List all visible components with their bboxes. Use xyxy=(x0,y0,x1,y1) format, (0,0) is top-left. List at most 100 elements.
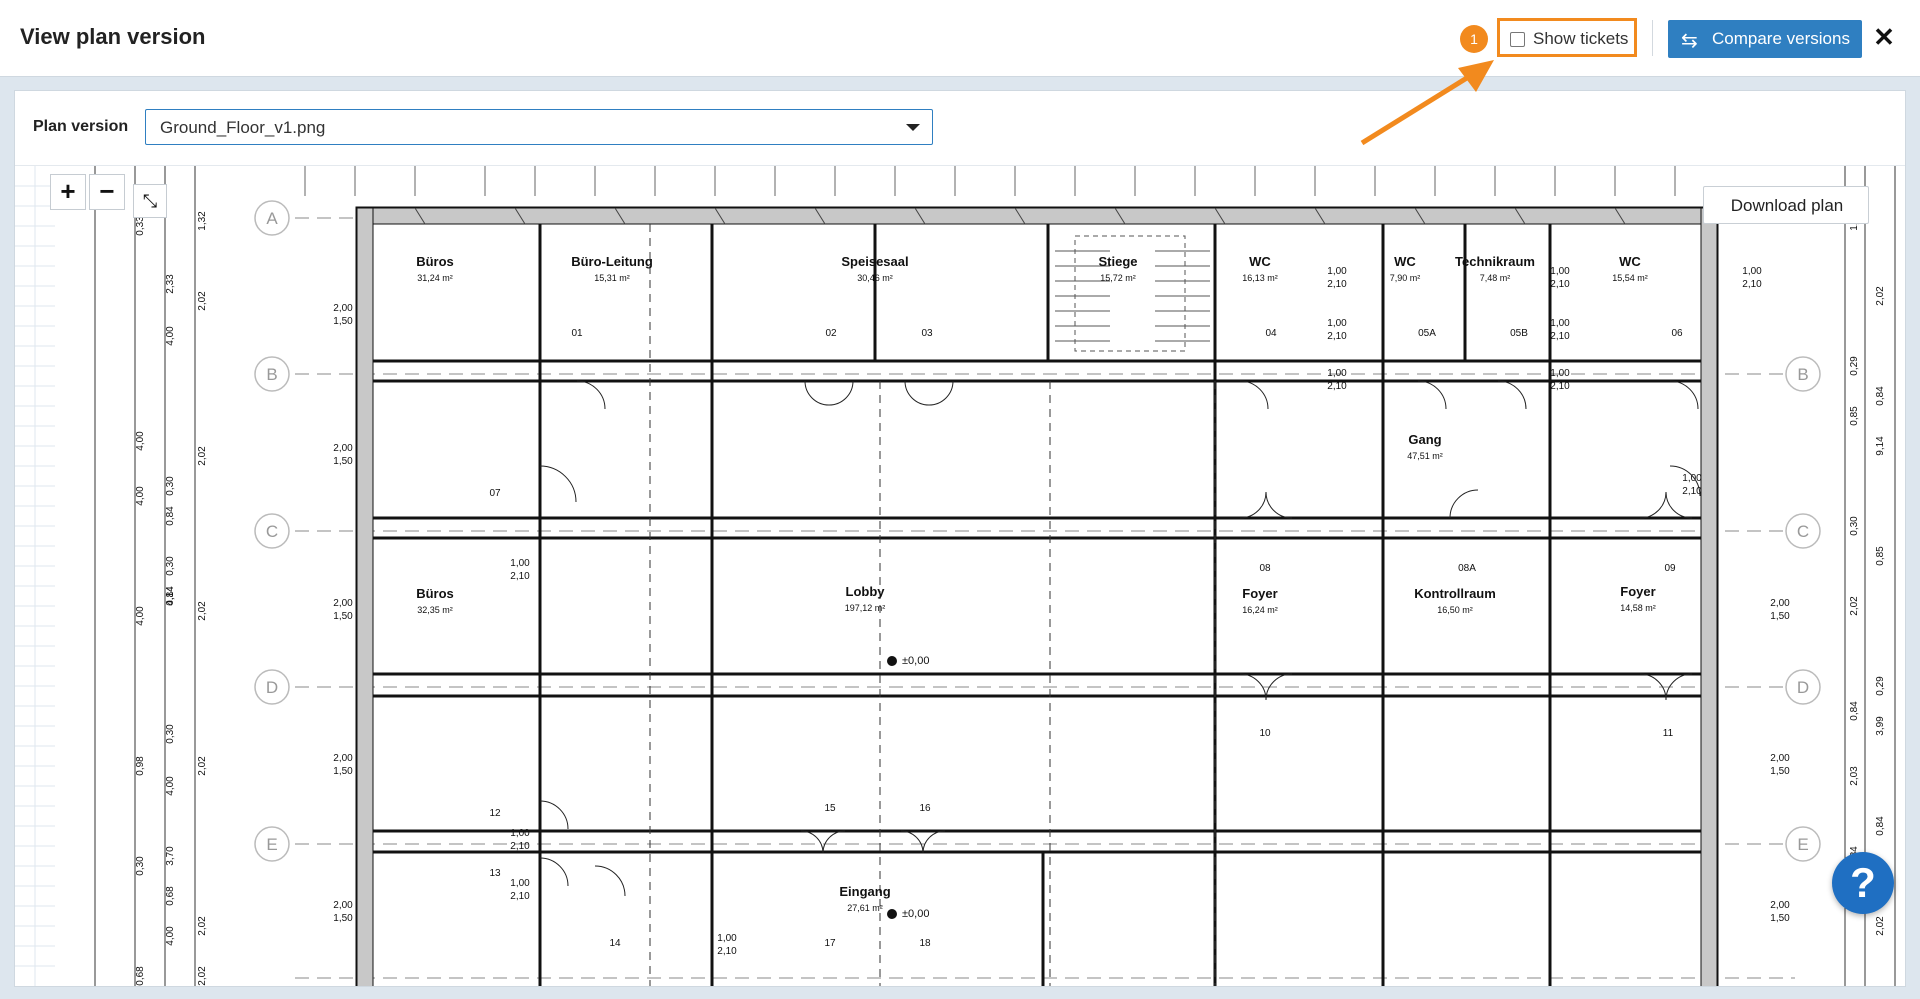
dimension-label: 0,29 xyxy=(1849,356,1860,376)
fit-to-screen-button[interactable]: ⤡ xyxy=(133,184,167,218)
dimension-label: 0,84 xyxy=(1875,386,1886,406)
door-number: 05A xyxy=(1418,328,1436,339)
dimension-label: 2,33 xyxy=(165,274,176,294)
help-button[interactable]: ? xyxy=(1832,852,1894,914)
door-number: 12 xyxy=(489,808,501,819)
room-area: 15,72 m² xyxy=(1100,273,1136,283)
door-size-label: 2,10 xyxy=(510,891,530,902)
dimension-label: 2,02 xyxy=(197,291,208,311)
dimension-label: 2,02 xyxy=(1875,286,1886,306)
door-number: 06 xyxy=(1671,328,1683,339)
door-size-label: 2,10 xyxy=(1550,279,1570,290)
room-name: Foyer xyxy=(1242,586,1277,601)
show-tickets-checkbox[interactable] xyxy=(1510,32,1525,47)
show-tickets-label[interactable]: Show tickets xyxy=(1533,29,1628,49)
door-number: 17 xyxy=(824,938,836,949)
room-area: 47,51 m² xyxy=(1407,451,1443,461)
door-size-label: 1,00 xyxy=(1327,266,1347,277)
door-size-label: 1,00 xyxy=(717,933,737,944)
door-number: 04 xyxy=(1265,328,1277,339)
dimension-label: 0,98 xyxy=(135,756,146,776)
grid-label: C xyxy=(1797,522,1809,541)
dimension-label: 0,30 xyxy=(165,476,176,496)
zoom-out-button[interactable]: − xyxy=(89,174,125,210)
window-size-label: 1,50 xyxy=(333,913,353,924)
door-size-label: 2,10 xyxy=(510,571,530,582)
zoom-in-button[interactable]: + xyxy=(50,174,86,210)
door-number: 02 xyxy=(825,328,837,339)
dimension-label: 0,30 xyxy=(1849,516,1860,536)
door-size-label: 1,00 xyxy=(1682,473,1702,484)
dimension-label: 3,99 xyxy=(1875,716,1886,736)
door-size-label: 1,00 xyxy=(1550,368,1570,379)
window-size-label: 2,00 xyxy=(1770,900,1790,911)
room-area: 7,90 m² xyxy=(1390,273,1421,283)
door-number: 07 xyxy=(489,488,501,499)
grid-label: D xyxy=(266,678,278,697)
collapse-arrows-icon: ⤡ xyxy=(142,191,158,211)
door-number: 09 xyxy=(1664,563,1676,574)
room-name: WC xyxy=(1249,254,1271,269)
chevron-down-icon xyxy=(906,124,920,131)
plan-version-dialog: View plan version 1 Show tickets ⇆ Compa… xyxy=(0,0,1920,999)
room-area: 197,12 m² xyxy=(845,603,886,613)
dimension-label: 2,02 xyxy=(197,916,208,936)
door-number: 10 xyxy=(1259,728,1271,739)
dimension-label: 0,30 xyxy=(135,856,146,876)
show-tickets-toggle[interactable]: Show tickets xyxy=(1497,18,1637,57)
dimension-label: 0,84 xyxy=(1849,701,1860,721)
dimension-label: 2,02 xyxy=(197,446,208,466)
dimension-label: 0,33 xyxy=(135,216,146,236)
grid-label: B xyxy=(266,365,277,384)
door-size-label: 1,00 xyxy=(1550,318,1570,329)
grid-label: B xyxy=(1797,365,1808,384)
room-area: 30,46 m² xyxy=(857,273,893,283)
door-size-label: 1,00 xyxy=(1327,368,1347,379)
room-name: Speisesaal xyxy=(841,254,908,269)
room-area: 16,50 m² xyxy=(1437,605,1473,615)
window-size-label: 2,00 xyxy=(333,303,353,314)
door-size-label: 2,10 xyxy=(1327,381,1347,392)
dimension-label: 0,30 xyxy=(165,556,176,576)
dimension-label: 3,70 xyxy=(165,846,176,866)
floor-plan-drawing[interactable]: A B B C C D D E E Büros 31,24 m² Büro-Leitung 15,31 … xyxy=(15,166,1905,986)
grid-label: E xyxy=(266,835,277,854)
compare-icon: ⇆ xyxy=(1681,30,1698,52)
tickets-count-badge: 1 xyxy=(1460,25,1488,53)
door-number: 14 xyxy=(609,938,621,949)
door-number: 18 xyxy=(919,938,931,949)
window-size-label: 2,00 xyxy=(333,598,353,609)
dimension-label: 9,14 xyxy=(1875,436,1886,456)
grid-label: A xyxy=(266,209,278,228)
window-size-label: 1,50 xyxy=(333,456,353,467)
door-size-label: 2,10 xyxy=(1550,381,1570,392)
compare-versions-button[interactable]: ⇆ Compare versions xyxy=(1668,20,1862,58)
room-name: Stiege xyxy=(1098,254,1137,269)
compare-versions-label: Compare versions xyxy=(1712,29,1850,48)
download-plan-button[interactable]: Download plan xyxy=(1703,186,1869,224)
door-size-label: 2,10 xyxy=(1742,279,1762,290)
door-number: 16 xyxy=(919,803,931,814)
plan-version-value: Ground_Floor_v1.png xyxy=(160,118,326,137)
door-number: 15 xyxy=(824,803,836,814)
dimension-label: 0,84 xyxy=(1875,816,1886,836)
room-name: Gang xyxy=(1408,432,1441,447)
room-area: 7,48 m² xyxy=(1480,273,1511,283)
door-size-label: 2,10 xyxy=(510,841,530,852)
download-plan-label: Download plan xyxy=(1730,196,1844,215)
dimension-label: 2,03 xyxy=(1849,766,1860,786)
room-area: 15,31 m² xyxy=(594,273,630,283)
plan-version-select[interactable]: Ground_Floor_v1.png xyxy=(145,109,933,145)
door-size-label: 2,10 xyxy=(1550,331,1570,342)
door-number: 11 xyxy=(1663,728,1674,739)
room-name: WC xyxy=(1619,254,1641,269)
window-size-label: 2,00 xyxy=(1770,598,1790,609)
window-size-label: 1,50 xyxy=(1770,611,1790,622)
level-mark: ±0,00 xyxy=(902,908,929,920)
room-area: 15,54 m² xyxy=(1612,273,1648,283)
room-area: 31,24 m² xyxy=(417,273,453,283)
dialog-title: View plan version xyxy=(20,24,206,49)
plan-viewer[interactable]: A B B C C D D E E Büros 31,24 m² Büro-Leitung 15,31 … xyxy=(15,166,1905,986)
room-area: 14,58 m² xyxy=(1620,603,1656,613)
close-button[interactable]: ✕ xyxy=(1872,22,1896,53)
